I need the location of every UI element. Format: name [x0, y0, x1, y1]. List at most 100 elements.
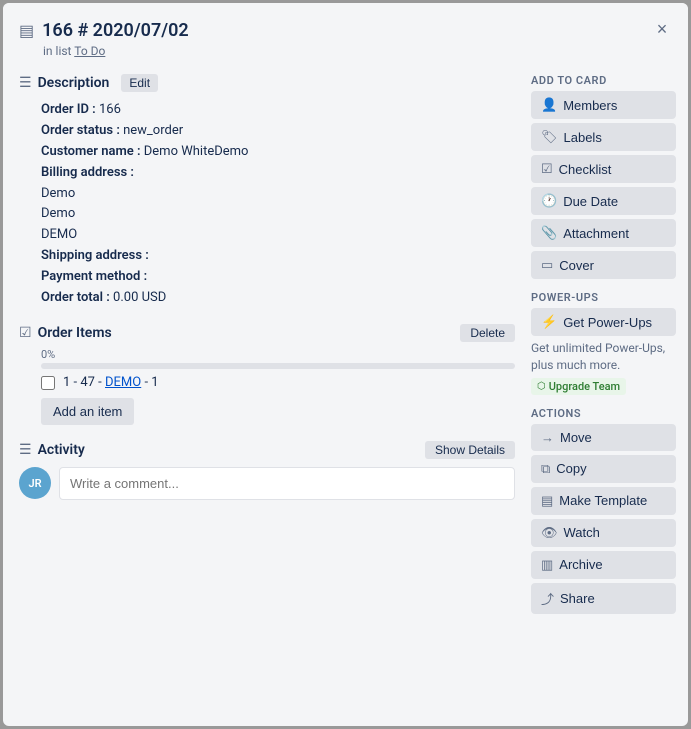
get-power-ups-button[interactable]: ⚡ Get Power-Ups — [531, 308, 676, 336]
card-icon: ▤ — [19, 21, 34, 40]
description-header: ☰ Description Edit — [19, 74, 515, 92]
checklist-item-text: 1 - 47 - DEMO - 1 — [63, 375, 159, 390]
edit-description-button[interactable]: Edit — [121, 74, 158, 92]
order-id-label: Order ID : — [41, 102, 96, 117]
share-icon: ⤴ — [541, 589, 554, 608]
archive-icon: ▥ — [541, 557, 553, 573]
order-items-section: ☑ Order Items Delete 0% 1 - 47 - DEMO - … — [19, 324, 515, 425]
archive-button[interactable]: ▥ Archive — [531, 551, 676, 579]
attachment-label: Attachment — [563, 226, 629, 241]
checklist-add-icon: ☑ — [541, 161, 553, 177]
description-content: Order ID : 166 Order status : new_order … — [41, 100, 515, 308]
attachment-button[interactable]: 📎 Attachment — [531, 219, 676, 247]
due-date-button[interactable]: 🕐 Due Date — [531, 187, 676, 215]
share-button[interactable]: ⤴ Share — [531, 583, 676, 614]
main-content: ☰ Description Edit Order ID : 166 Order … — [3, 66, 523, 726]
order-total-value: 0.00 USD — [113, 290, 166, 305]
customer-name-value: Demo WhiteDemo — [144, 144, 249, 159]
add-to-card-title: ADD TO CARD — [531, 74, 676, 87]
shipping-address-row: Shipping address : — [41, 246, 515, 267]
order-total-row: Order total : 0.00 USD — [41, 288, 515, 309]
description-title: Description — [38, 75, 110, 91]
order-id-row: Order ID : 166 — [41, 100, 515, 121]
power-ups-icon: ⚡ — [541, 314, 557, 330]
checklist-label: Checklist — [559, 162, 612, 177]
progress-container: 0% — [41, 348, 515, 369]
show-details-button[interactable]: Show Details — [425, 441, 515, 459]
upgrade-icon: ⬡ — [537, 381, 546, 392]
card-modal: ▤ 166 # 2020/07/02 in list To Do × ☰ Des… — [3, 3, 688, 726]
checklist-icon: ☑ — [19, 325, 32, 341]
upgrade-label: Upgrade Team — [549, 380, 620, 393]
activity-icon: ☰ — [19, 442, 32, 458]
due-date-label: Due Date — [563, 194, 618, 209]
checklist-item-link[interactable]: DEMO — [105, 375, 141, 390]
labels-icon: 🏷 — [541, 129, 558, 145]
comment-row: JR — [19, 467, 515, 500]
comment-input[interactable] — [59, 467, 515, 500]
payment-method-label: Payment method : — [41, 269, 147, 284]
members-icon: 👤 — [541, 97, 557, 113]
power-ups-info: Get unlimited Power-Ups, plus much more. — [531, 340, 676, 374]
move-button[interactable]: → Move — [531, 424, 676, 451]
get-power-ups-label: Get Power-Ups — [563, 315, 652, 330]
order-id-value: 166 — [99, 102, 121, 117]
add-item-button[interactable]: Add an item — [41, 398, 134, 425]
labels-label: Labels — [564, 130, 602, 145]
make-template-button[interactable]: ▤ Make Template — [531, 487, 676, 515]
card-subtitle: in list To Do — [43, 44, 648, 58]
order-status-label: Order status : — [41, 123, 120, 138]
move-icon: → — [541, 430, 554, 445]
shipping-address-label: Shipping address : — [41, 248, 149, 263]
billing-line1: Demo — [41, 184, 515, 205]
cover-button[interactable]: ▭ Cover — [531, 251, 676, 279]
activity-header: ☰ Activity Show Details — [19, 441, 515, 459]
due-date-icon: 🕐 — [541, 193, 557, 209]
close-button[interactable]: × — [648, 15, 676, 43]
move-label: Move — [560, 430, 592, 445]
copy-label: Copy — [556, 461, 586, 476]
watch-label: Watch — [564, 525, 600, 540]
activity-title: Activity — [38, 442, 85, 458]
progress-label: 0% — [41, 348, 515, 361]
customer-name-row: Customer name : Demo WhiteDemo — [41, 142, 515, 163]
billing-address-row: Billing address : — [41, 163, 515, 184]
order-items-left: ☑ Order Items — [19, 325, 112, 341]
members-button[interactable]: 👤 Members — [531, 91, 676, 119]
make-template-label: Make Template — [559, 493, 647, 508]
watch-button[interactable]: 👁 Watch — [531, 519, 676, 547]
template-icon: ▤ — [541, 493, 553, 509]
activity-section: ☰ Activity Show Details JR — [19, 441, 515, 500]
watch-icon: 👁 — [541, 525, 558, 541]
payment-method-row: Payment method : — [41, 267, 515, 288]
labels-button[interactable]: 🏷 Labels — [531, 123, 676, 151]
modal-body: ☰ Description Edit Order ID : 166 Order … — [3, 66, 688, 726]
checklist-checkbox[interactable] — [41, 376, 55, 390]
archive-label: Archive — [559, 557, 602, 572]
delete-button[interactable]: Delete — [460, 324, 515, 342]
order-status-value: new_order — [123, 123, 183, 138]
list-prefix: in list — [43, 44, 71, 58]
billing-line3: DEMO — [41, 225, 515, 246]
avatar: JR — [19, 467, 51, 499]
description-icon: ☰ — [19, 75, 32, 91]
cover-label: Cover — [559, 258, 594, 273]
cover-icon: ▭ — [541, 257, 553, 273]
list-link[interactable]: To Do — [74, 44, 105, 58]
checklist-item: 1 - 47 - DEMO - 1 — [41, 375, 515, 390]
card-title: 166 # 2020/07/02 — [42, 19, 189, 42]
actions-title: ACTIONS — [531, 407, 676, 420]
members-label: Members — [563, 98, 617, 113]
billing-address-label: Billing address : — [41, 165, 134, 180]
upgrade-team-badge[interactable]: ⬡ Upgrade Team — [531, 378, 626, 395]
order-items-header: ☑ Order Items Delete — [19, 324, 515, 342]
copy-button[interactable]: ⧉ Copy — [531, 455, 676, 483]
billing-line2: Demo — [41, 204, 515, 225]
checklist-button[interactable]: ☑ Checklist — [531, 155, 676, 183]
customer-name-label: Customer name : — [41, 144, 141, 159]
title-row: ▤ 166 # 2020/07/02 — [19, 19, 648, 42]
order-total-label: Order total : — [41, 290, 110, 305]
order-status-row: Order status : new_order — [41, 121, 515, 142]
order-items-title: Order Items — [38, 325, 112, 341]
share-label: Share — [560, 591, 595, 606]
